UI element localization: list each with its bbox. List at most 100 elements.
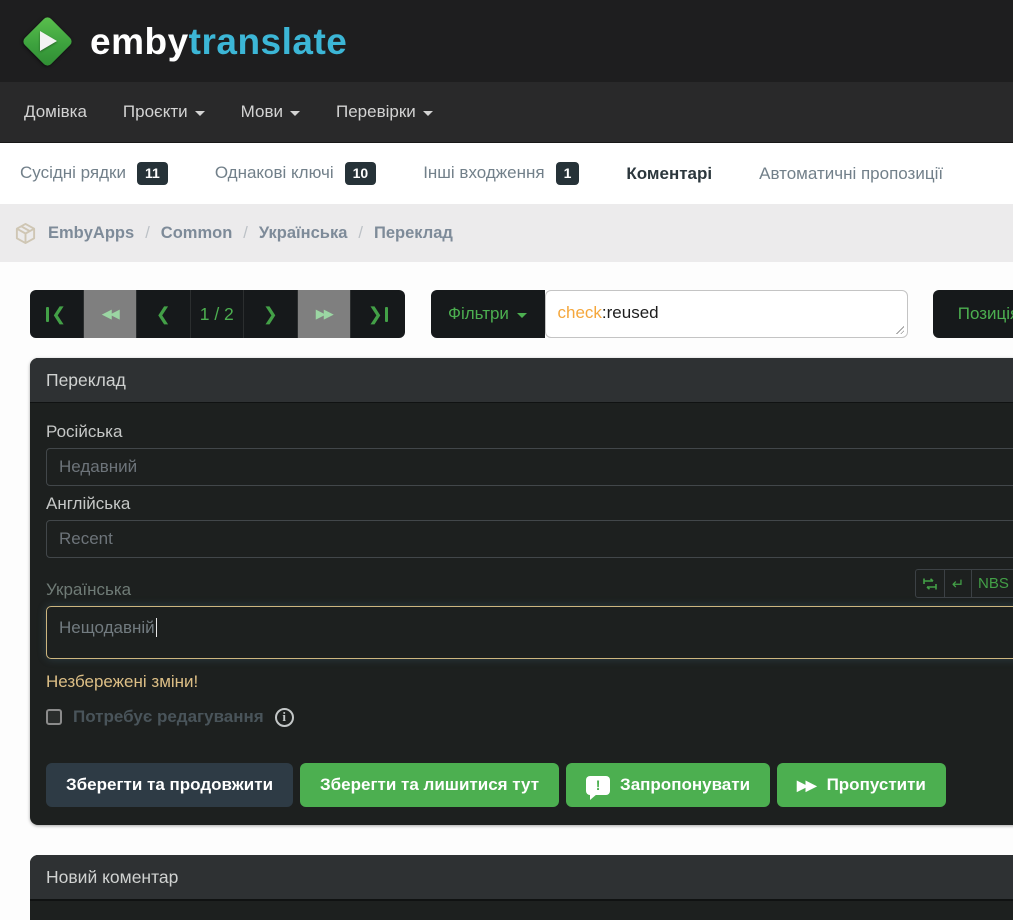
chevron-right-icon: ❯ <box>262 303 278 324</box>
chevron-down-icon <box>289 110 300 116</box>
button-label: Запропонувати <box>620 775 751 794</box>
new-comment-panel: Новий коментар <box>30 855 1013 920</box>
translation-textarea[interactable]: Нещодавній <box>46 606 1013 659</box>
new-comment-body <box>30 900 1013 920</box>
app-logo[interactable]: embytranslate <box>20 14 347 68</box>
source-label-russian: Російська <box>46 422 123 441</box>
needs-editing-checkbox[interactable] <box>46 709 62 725</box>
logo-word-emby: emby <box>90 20 189 62</box>
position-button[interactable]: Позиція <box>932 290 1013 338</box>
prev-batch-button[interactable]: ◀◀ <box>83 290 137 338</box>
breadcrumb-language[interactable]: Українська <box>259 224 348 243</box>
needs-editing-row: Потребує редагування i <box>46 707 1013 727</box>
target-header-row: Українська ↵ NBS <box>46 566 1013 600</box>
chevron-down-icon <box>516 313 527 318</box>
skip-fast-forward-icon: ▶▶ <box>797 776 816 793</box>
last-page-icon <box>384 306 388 322</box>
nbsp-label: NBS <box>978 575 1009 592</box>
save-and-stay-button[interactable]: Зберегти та лишитися тут <box>300 763 560 807</box>
breadcrumb-project[interactable]: EmbyApps <box>48 224 134 243</box>
info-icon[interactable]: i <box>274 707 294 727</box>
source-text-english: Recent <box>46 520 1013 558</box>
source-text-russian: Недавний <box>46 448 1013 486</box>
source-value: Недавний <box>59 457 138 476</box>
button-label: Зберегти та лишитися тут <box>320 775 540 794</box>
tab-label: Коментарі <box>626 163 713 183</box>
source-label-english: Англійська <box>46 494 131 513</box>
search-keyword: check <box>557 303 602 322</box>
prev-page-button[interactable]: ❮ <box>137 290 191 338</box>
tab-count-badge: 11 <box>137 162 168 185</box>
suggest-button[interactable]: ! Запропонувати <box>566 763 771 807</box>
tab-label: Сусідні рядки <box>20 163 126 183</box>
chevron-right-icon: ❯ <box>367 303 383 324</box>
position-label: Позиція <box>957 304 1013 323</box>
nav-item-checks[interactable]: Перевірки <box>336 102 433 122</box>
logo-word-translate: translate <box>188 20 348 62</box>
resize-grip-icon[interactable] <box>894 325 904 334</box>
nav-item-projects[interactable]: Проєкти <box>123 102 205 122</box>
breadcrumb-component[interactable]: Common <box>161 224 233 243</box>
return-icon: ↵ <box>951 575 965 593</box>
new-comment-panel-header: Новий коментар <box>30 855 1013 900</box>
chevron-left-icon: ❮ <box>155 303 171 324</box>
translation-panel-body: Російська Недавний Англійська Recent Укр… <box>30 403 1013 825</box>
translation-draft-text: Нещодавній <box>59 618 155 637</box>
nav-item-label: Домівка <box>24 102 87 121</box>
rewind-icon: ◀◀ <box>101 306 120 321</box>
main-navbar: Домівка Проєкти Мови Перевірки <box>0 82 1013 143</box>
panel-title: Переклад <box>46 369 126 390</box>
text-direction-icon <box>923 577 937 590</box>
nav-item-languages[interactable]: Мови <box>241 102 300 122</box>
skip-button[interactable]: ▶▶ Пропустити <box>777 763 946 807</box>
insert-nbsp-button[interactable]: NBS <box>972 569 1013 598</box>
last-page-button[interactable]: ❯ <box>351 290 405 338</box>
save-and-continue-button[interactable]: Зберегти та продовжити <box>46 763 294 807</box>
button-label: Пропустити <box>826 775 926 794</box>
source-value: Recent <box>59 529 113 548</box>
needs-editing-label: Потребує редагування <box>73 707 264 726</box>
toggle-text-direction-button[interactable] <box>915 569 945 598</box>
chevron-down-icon <box>194 110 205 116</box>
breadcrumb-separator: / <box>358 223 363 242</box>
insert-newline-button[interactable]: ↵ <box>945 569 972 598</box>
pager-group: ❮ ◀◀ ❮ 1 / 2 ❯ ▶▶ ❯ <box>30 290 405 338</box>
next-batch-button[interactable]: ▶▶ <box>297 290 351 338</box>
search-rest: :reused <box>601 303 659 322</box>
search-query-input[interactable]: check:reused <box>544 290 908 338</box>
tab-nearby-strings[interactable]: Сусідні рядки 11 <box>20 162 168 185</box>
breadcrumb: EmbyApps / Common / Українська / Перекла… <box>0 204 1013 262</box>
panel-title: Новий коментар <box>46 866 179 887</box>
tab-other-occurrences[interactable]: Інші входження 1 <box>423 162 580 185</box>
text-cursor <box>155 618 158 637</box>
tab-label: Автоматичні пропозиції <box>759 163 944 183</box>
action-buttons-row: Зберегти та продовжити Зберегти та лишит… <box>46 763 1013 807</box>
emby-play-icon <box>20 14 74 68</box>
unit-tabbar: Сусідні рядки 11 Однакові ключі 10 Інші … <box>0 143 1013 204</box>
breadcrumb-translate[interactable]: Переклад <box>374 224 453 243</box>
tab-automatic-suggestions[interactable]: Автоматичні пропозиції <box>759 164 943 184</box>
navigation-toolbar: ❮ ◀◀ ❮ 1 / 2 ❯ ▶▶ ❯ Фільтри check:reused… <box>30 290 1013 338</box>
masthead: embytranslate <box>0 0 1013 82</box>
unsaved-changes-warning: Незбережені зміни! <box>46 672 199 691</box>
bubble-exclamation: ! <box>595 777 601 793</box>
tab-comments[interactable]: Коментарі <box>626 164 712 184</box>
filters-label: Фільтри <box>448 304 509 323</box>
nav-item-label: Мови <box>240 102 283 121</box>
first-page-icon <box>46 306 50 322</box>
nav-item-home[interactable]: Домівка <box>24 102 87 122</box>
app-title: embytranslate <box>90 23 347 60</box>
breadcrumb-separator: / <box>243 223 248 242</box>
button-label: Зберегти та продовжити <box>66 775 274 794</box>
page-indicator-label: 1 / 2 <box>199 303 234 324</box>
next-page-button[interactable]: ❯ <box>244 290 298 338</box>
filters-dropdown-button[interactable]: Фільтри <box>430 290 545 338</box>
chevron-left-icon: ❮ <box>51 303 67 324</box>
first-page-button[interactable]: ❮ <box>30 290 84 338</box>
page-indicator: 1 / 2 <box>190 290 244 338</box>
tab-count-badge: 1 <box>555 162 580 185</box>
tab-same-keys[interactable]: Однакові ключі 10 <box>215 162 377 185</box>
breadcrumb-separator: / <box>145 223 150 242</box>
tab-label: Інші входження <box>423 163 545 183</box>
nav-item-label: Проєкти <box>122 102 188 121</box>
